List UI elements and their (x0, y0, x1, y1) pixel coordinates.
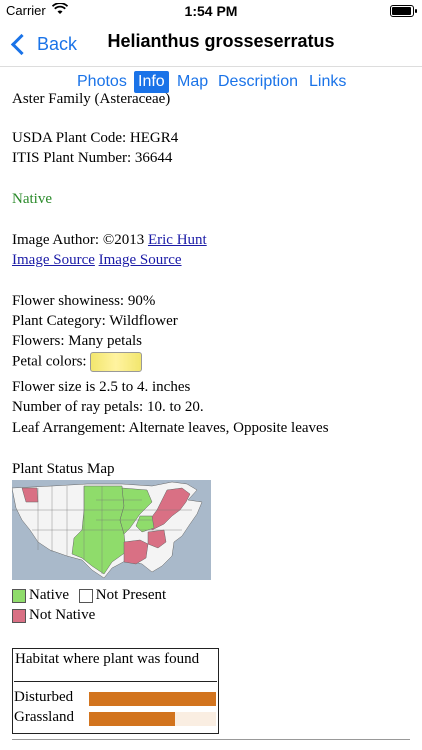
petal-colors-label: Petal colors: (12, 353, 87, 370)
legend-not-present: Not Present (78, 587, 167, 603)
legend-not-native-label: Not Native (29, 607, 96, 623)
clock: 1:54 PM (184, 3, 238, 19)
habitat-title: Habitat where plant was found (15, 651, 200, 667)
image-author-link[interactable]: Eric Hunt (148, 232, 207, 248)
habitat-bar-track-disturbed (89, 692, 216, 706)
flowers-text: Flowers: Many petals (12, 333, 142, 349)
tab-info[interactable]: Info (134, 71, 169, 93)
legend-native-label: Native (29, 587, 69, 603)
image-source-link-1[interactable]: Image Source (12, 252, 95, 268)
flower-showiness-text: Flower showiness: 90% (12, 293, 156, 309)
legend-native: Native (12, 587, 73, 603)
status-map-title: Plant Status Map (12, 461, 115, 477)
habitat-label-grassland: Grassland (14, 709, 74, 725)
usda-code-text: USDA Plant Code: HEGR4 (12, 130, 179, 146)
itis-number-text: ITIS Plant Number: 36644 (12, 150, 173, 166)
battery-icon (390, 5, 417, 17)
not-present-swatch (78, 588, 93, 603)
habitat-bar-disturbed (89, 692, 216, 706)
habitat-divider (14, 681, 217, 682)
image-author-line: Image Author: ©2013 Eric Hunt (12, 232, 207, 249)
image-source-line: Image Source Image Source (12, 252, 182, 269)
petal-color-swatch (90, 352, 143, 372)
petal-colors-line: Petal colors: (12, 352, 143, 372)
tab-description[interactable]: Description (218, 71, 298, 93)
family-text: Aster Family (Asteraceae) (12, 91, 171, 107)
plant-category-text: Plant Category: Wildflower (12, 313, 178, 329)
legend-not-present-label: Not Present (95, 587, 167, 603)
map-legend-row-2: Not Native (12, 607, 95, 624)
tab-links[interactable]: Links (309, 71, 346, 93)
image-source-link-2[interactable]: Image Source (99, 252, 182, 268)
habitat-bar-track-grassland (89, 712, 216, 726)
navigation-bar: Back Helianthus grosseserratus (0, 22, 422, 66)
habitat-table: Habitat where plant was found Disturbed … (12, 648, 219, 734)
leaf-arrangement-text: Leaf Arrangement: Alternate leaves, Oppo… (12, 420, 329, 436)
tab-map[interactable]: Map (177, 71, 208, 93)
native-status: Native (12, 191, 52, 207)
map-legend-row-1: Native Not Present (12, 587, 166, 604)
native-swatch (12, 588, 26, 603)
plant-status-map (12, 480, 211, 580)
flower-size-text: Flower size is 2.5 to 4. inches (12, 379, 191, 395)
image-author-label: Image Author: ©2013 (12, 232, 145, 248)
page-title: Helianthus grosseserratus (107, 31, 335, 51)
not-native-swatch (12, 608, 26, 623)
status-bar: Carrier 1:54 PM (0, 0, 422, 22)
habitat-bar-grassland (89, 712, 176, 726)
ray-petals-text: Number of ray petals: 10. to 20. (12, 399, 204, 415)
habitat-label-disturbed: Disturbed (14, 689, 74, 705)
tab-photos[interactable]: Photos (77, 71, 127, 93)
bottom-divider (12, 739, 410, 740)
